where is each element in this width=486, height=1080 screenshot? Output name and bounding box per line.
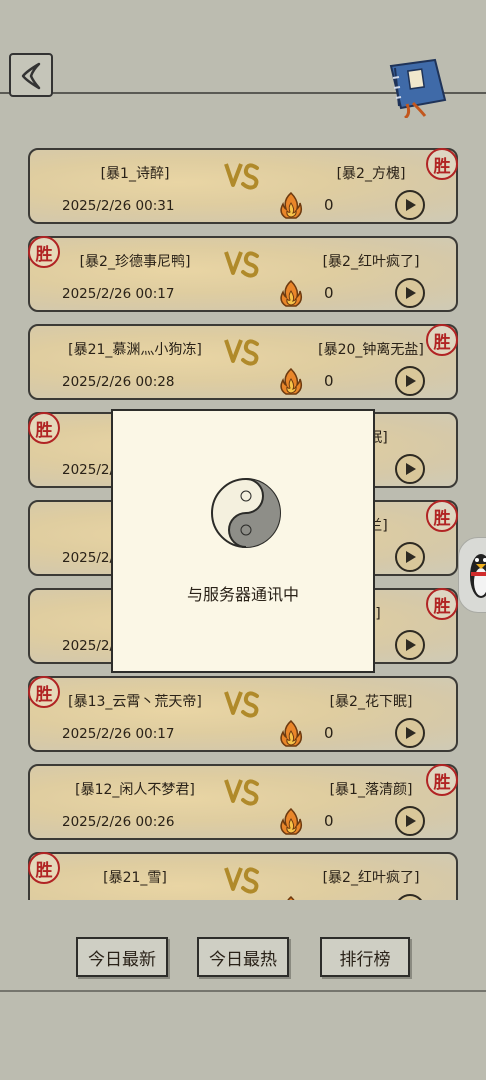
tab-ranking[interactable]: 排行榜	[320, 937, 410, 977]
winner-badge: 胜	[28, 852, 60, 884]
winner-badge: 胜	[28, 412, 60, 444]
battle-date: 2025/2/26 00:26	[62, 814, 175, 830]
replay-button[interactable]	[395, 454, 425, 484]
battle-card[interactable]: [暴21_慕渊灬小狗冻] [暴20_钟离无盐] 2025/2/26 00:28 0 胜	[28, 324, 458, 400]
back-arrow-icon	[21, 62, 41, 90]
vs-icon	[224, 339, 259, 366]
battle-card[interactable]: [暴12_闲人不梦君] [暴1_落清颜] 2025/2/26 00:26 0 胜	[28, 764, 458, 840]
play-icon	[406, 815, 416, 827]
play-icon	[406, 463, 416, 475]
winner-badge: 胜	[426, 148, 458, 180]
replay-button[interactable]	[395, 806, 425, 836]
battle-date: 2025/2/26 00:17	[62, 286, 175, 302]
heat-count: 0	[324, 812, 334, 830]
left-player-name: [暴2_珍德事尼鸭]	[79, 254, 191, 270]
battle-date: 2025/2/26 00:28	[62, 374, 175, 390]
play-icon	[406, 639, 416, 651]
heat-count: 0	[324, 196, 334, 214]
replay-button[interactable]	[395, 278, 425, 308]
page: [暴1_诗醉] [暴2_方槐] 2025/2/26 00:31 0 胜 [暴2_珍德事尼鸭…	[0, 0, 486, 1080]
battle-card[interactable]: [暴13_云霄丶荒天帝] [暴2_花下眠] 2025/2/26 00:17 0 胜	[28, 676, 458, 752]
winner-badge: 胜	[426, 764, 458, 796]
side-assistant-tab[interactable]	[458, 537, 486, 613]
back-button[interactable]	[9, 53, 53, 97]
left-player-name: [暴13_云霄丶荒天帝]	[68, 694, 202, 710]
play-icon	[406, 551, 416, 563]
battle-date: 2025/2/	[62, 462, 115, 478]
vs-icon	[224, 867, 259, 894]
battle-card[interactable]: [暴21_雪] [暴2_红叶疯了] 胜	[28, 852, 458, 900]
vs-icon	[224, 251, 259, 278]
winner-badge: 胜	[426, 588, 458, 620]
heat-count: 0	[324, 372, 334, 390]
right-player-name: [暴2_红叶疯了]	[322, 254, 420, 270]
book-scroll-icon[interactable]	[385, 56, 455, 118]
battle-date: 2025/2/	[62, 550, 115, 566]
winner-badge: 胜	[28, 676, 60, 708]
loading-message: 与服务器通讯中	[186, 585, 299, 604]
vs-icon	[224, 691, 259, 718]
left-player-name: [暴12_闲人不梦君]	[75, 782, 195, 798]
vs-icon	[224, 163, 259, 190]
winner-badge: 胜	[426, 500, 458, 532]
play-icon	[406, 727, 416, 739]
bottom-divider	[0, 990, 486, 992]
replay-button[interactable]	[395, 190, 425, 220]
replay-button[interactable]	[395, 630, 425, 660]
fire-icon	[280, 719, 303, 747]
tab-today-latest[interactable]: 今日最新	[76, 937, 168, 977]
vs-icon	[224, 779, 259, 806]
fire-icon	[280, 279, 303, 307]
battle-date: 2025/2/26 00:31	[62, 198, 175, 214]
winner-badge: 胜	[426, 324, 458, 356]
tab-today-hottest[interactable]: 今日最热	[197, 937, 289, 977]
replay-button[interactable]	[395, 894, 425, 900]
fire-icon	[280, 191, 303, 219]
left-player-name: [暴21_慕渊灬小狗冻]	[68, 342, 202, 358]
battle-card[interactable]: [暴1_诗醉] [暴2_方槐] 2025/2/26 00:31 0 胜	[28, 148, 458, 224]
fire-icon	[280, 367, 303, 395]
left-player-name: [暴1_诗醉]	[100, 166, 170, 182]
battle-card[interactable]: [暴2_珍德事尼鸭] [暴2_红叶疯了] 2025/2/26 00:17 0 胜	[28, 236, 458, 312]
play-icon	[406, 199, 416, 211]
play-icon	[406, 287, 416, 299]
fire-icon	[287, 895, 295, 900]
winner-badge: 胜	[28, 236, 60, 268]
right-player-name: [暴2_花下眠]	[329, 694, 413, 710]
play-icon	[406, 375, 416, 387]
right-player-name: [暴2_红叶疯了]	[322, 870, 420, 886]
fire-icon	[280, 807, 303, 835]
left-player-name: [暴21_雪]	[103, 870, 167, 886]
battle-date: 2025/2/	[62, 638, 115, 654]
replay-button[interactable]	[395, 718, 425, 748]
replay-button[interactable]	[395, 542, 425, 572]
heat-count: 0	[324, 284, 334, 302]
battle-date: 2025/2/26 00:17	[62, 726, 175, 742]
yin-yang-icon	[211, 478, 281, 548]
heat-count: 0	[324, 724, 334, 742]
loading-dialog: 与服务器通讯中	[111, 409, 375, 673]
replay-button[interactable]	[395, 366, 425, 396]
penguin-icon	[470, 554, 486, 598]
